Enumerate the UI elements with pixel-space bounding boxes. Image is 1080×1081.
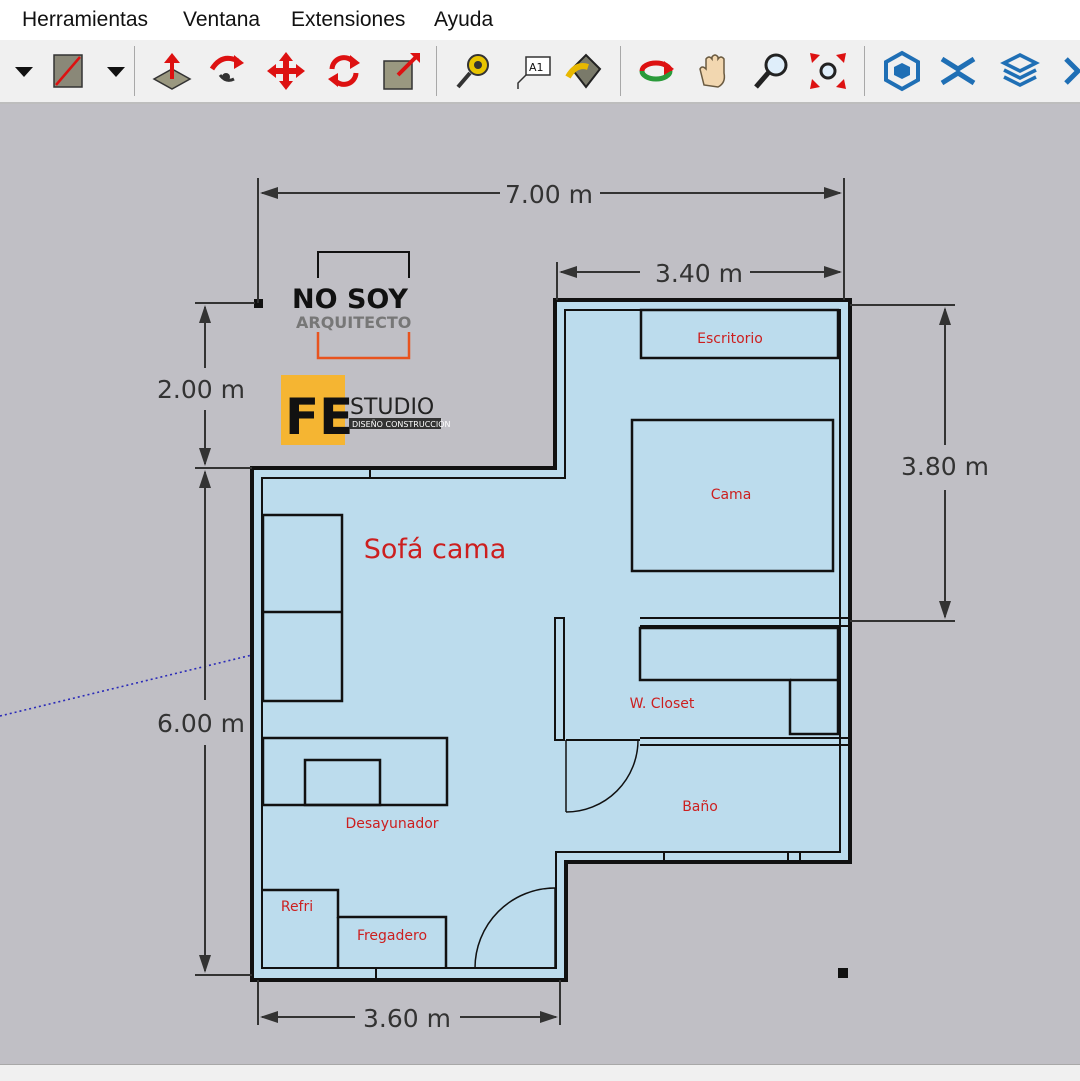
label-closet: W. Closet	[630, 696, 695, 712]
label-bath: Baño	[682, 799, 718, 815]
dim-offset-height: 2.00 m	[157, 375, 245, 404]
dropdown-arrow-icon[interactable]	[92, 49, 125, 93]
layers-icon[interactable]	[998, 49, 1042, 93]
overflow-arrow-icon[interactable]	[1052, 49, 1080, 93]
fe-mark: FE	[285, 388, 353, 446]
floorplan-drawing: 7.00 m 3.40 m 3.80 m 2.00 m 6.00 m 3.60 …	[0, 178, 989, 1033]
menu-ayuda[interactable]: Ayuda	[434, 8, 493, 32]
nosoy-logo: NO SOY ARQUITECTO	[292, 251, 411, 360]
dim-lower-width: 3.60 m	[363, 1004, 451, 1033]
dim-upper-height: 3.80 m	[901, 452, 989, 481]
text-label-icon[interactable]: A1	[510, 49, 554, 93]
follow-me-icon[interactable]	[204, 49, 248, 93]
scale-icon[interactable]	[380, 49, 424, 93]
warehouse-icon[interactable]	[880, 49, 924, 93]
toolbar: A1	[0, 40, 1080, 104]
label-sofa: Sofá cama	[364, 534, 507, 565]
pan-icon[interactable]	[692, 49, 736, 93]
label-desk: Escritorio	[697, 331, 763, 347]
label-fridge: Refri	[281, 899, 313, 915]
dim-lower-height: 6.00 m	[157, 709, 245, 738]
menu-bar: Herramientas Ventana Extensiones Ayuda	[0, 0, 1080, 40]
zoom-extents-icon[interactable]	[806, 49, 850, 93]
nosoy-line1: NO SOY	[292, 284, 408, 315]
drawing-canvas[interactable]: 7.00 m 3.40 m 3.80 m 2.00 m 6.00 m 3.60 …	[0, 104, 1080, 1064]
rotate-icon[interactable]	[322, 49, 366, 93]
dropdown-arrow-icon[interactable]	[0, 49, 33, 93]
menu-ventana[interactable]: Ventana	[183, 8, 260, 32]
dim-upper-width: 3.40 m	[655, 259, 743, 288]
fe-tag: DISEÑO CONSTRUCCIÓN	[352, 418, 451, 429]
move-icon[interactable]	[264, 49, 308, 93]
svg-text:A1: A1	[529, 61, 544, 74]
tape-measure-icon[interactable]	[452, 49, 496, 93]
label-bed: Cama	[711, 487, 752, 503]
axis-line	[0, 654, 253, 717]
orbit-icon[interactable]	[634, 49, 678, 93]
menu-herramientas[interactable]: Herramientas	[22, 8, 148, 32]
nosoy-line2: ARQUITECTO	[296, 313, 411, 332]
corner-marker	[838, 968, 848, 978]
fe-word: STUDIO	[350, 395, 434, 420]
status-bar	[0, 1064, 1080, 1081]
label-sink: Fregadero	[357, 928, 427, 944]
paint-bucket-icon[interactable]	[562, 49, 606, 93]
line-tool-icon[interactable]	[46, 49, 90, 93]
extension-warehouse-icon[interactable]	[936, 49, 980, 93]
menu-extensiones[interactable]: Extensiones	[291, 8, 405, 32]
push-pull-icon[interactable]	[150, 49, 194, 93]
dim-total-width: 7.00 m	[505, 180, 593, 209]
festudio-logo: FE STUDIO DISEÑO CONSTRUCCIÓN	[281, 375, 451, 446]
label-breakfast: Desayunador	[345, 816, 438, 832]
zoom-icon[interactable]	[750, 49, 794, 93]
